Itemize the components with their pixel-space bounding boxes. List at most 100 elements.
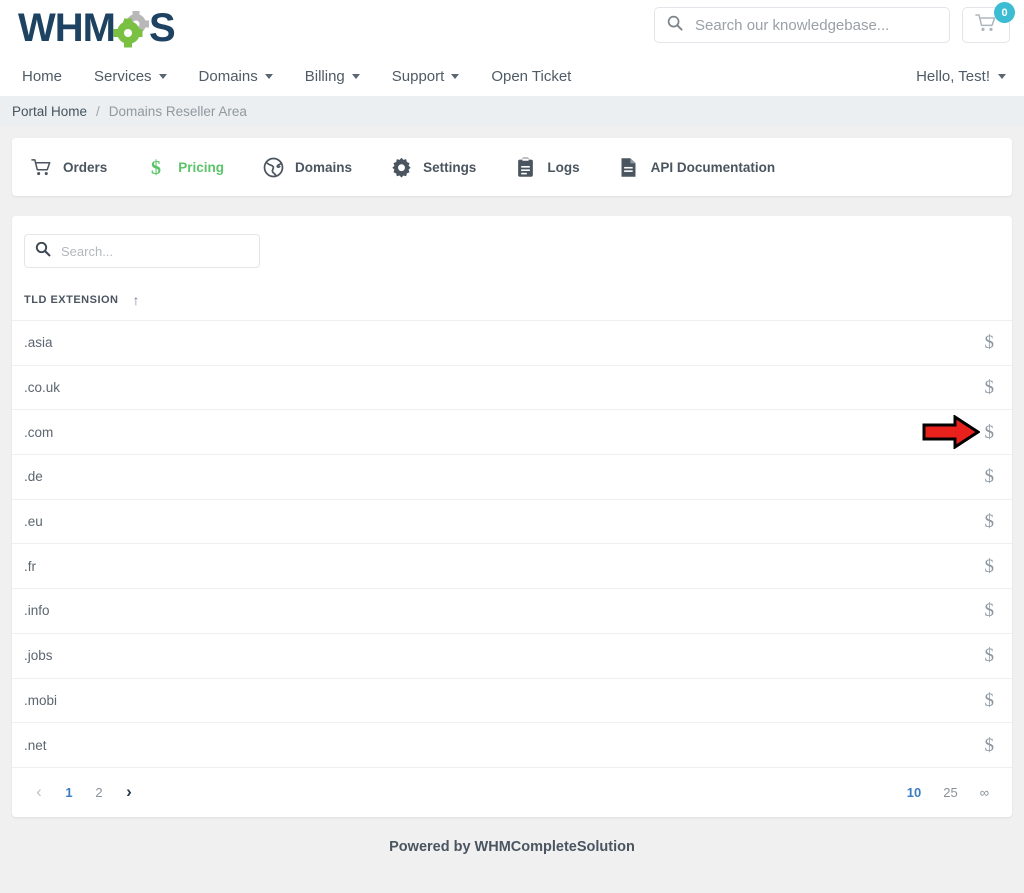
reseller-module-tabs: Orders $ Pricing Domains Settings Logs A… [12, 138, 1012, 196]
page-body: Orders $ Pricing Domains Settings Logs A… [0, 126, 1024, 873]
dollar-sign-icon[interactable]: $ [985, 557, 1001, 576]
nav-item-home[interactable]: Home [12, 68, 78, 85]
search-icon [667, 15, 683, 36]
nav-label: Home [22, 67, 63, 85]
tld-name: .info [24, 603, 50, 619]
chevron-right-icon[interactable]: › [114, 782, 144, 802]
nav-label: Open Ticket [491, 67, 572, 85]
globe-icon [262, 157, 284, 178]
tab-label: Pricing [178, 159, 225, 175]
svg-text:$: $ [151, 157, 161, 178]
knowledgebase-search-input[interactable] [695, 16, 937, 34]
tld-name: .co.uk [24, 380, 61, 396]
dollar-sign-icon[interactable]: $ [985, 378, 1001, 397]
shopping-cart-icon [975, 13, 997, 38]
nav-label: Billing [304, 67, 345, 85]
per-page-selector: 10 25 ∞ [896, 785, 1000, 800]
sort-ascending-icon[interactable]: ↑ [133, 292, 140, 308]
tld-pricing-panel: TLD EXTENSION ↑ .asia $ .co.uk $ .com $ [12, 216, 1012, 817]
breadcrumb-separator: / [96, 103, 100, 119]
dollar-sign-icon[interactable]: $ [985, 736, 1001, 755]
tld-name: .eu [24, 514, 43, 530]
primary-navigation: Home Services Domains Billing Support Op… [0, 56, 1024, 96]
logo-text-right: S [148, 6, 176, 50]
tab-pricing[interactable]: $ Pricing [145, 157, 224, 178]
file-document-icon [618, 157, 640, 178]
chevron-left-icon[interactable]: ‹ [24, 782, 54, 802]
tab-logs[interactable]: Logs [514, 157, 580, 178]
table-row[interactable]: .eu $ [12, 500, 1012, 545]
table-row[interactable]: .jobs $ [12, 634, 1012, 679]
breadcrumb: Portal Home / Domains Reseller Area [0, 96, 1024, 126]
column-header-tld-extension[interactable]: TLD EXTENSION [24, 294, 119, 306]
tab-api-documentation[interactable]: API Documentation [618, 157, 776, 178]
chevron-down-icon [451, 73, 460, 79]
nav-item-support[interactable]: Support [376, 68, 476, 85]
dollar-sign-icon[interactable]: $ [985, 601, 1001, 620]
tab-settings[interactable]: Settings [390, 157, 476, 178]
dollar-sign-icon: $ [145, 157, 167, 178]
table-row[interactable]: .info $ [12, 589, 1012, 634]
page-link-1[interactable]: 1 [54, 785, 84, 800]
tld-name: .com [24, 424, 54, 440]
table-row[interactable]: .co.uk $ [12, 366, 1012, 411]
per-page-10[interactable]: 10 [896, 785, 932, 800]
tab-label: Settings [423, 159, 477, 175]
chevron-down-icon [998, 73, 1006, 79]
page-links: ‹ 1 2 › [24, 782, 144, 802]
tld-name: .asia [24, 335, 53, 351]
dollar-sign-icon[interactable]: $ [985, 333, 1001, 352]
tld-name: .jobs [24, 648, 53, 664]
pagination: ‹ 1 2 › 10 25 ∞ [12, 768, 1012, 817]
nav-item-open-ticket[interactable]: Open Ticket [475, 68, 587, 85]
tab-label: API Documentation [650, 159, 776, 175]
dollar-sign-icon[interactable]: $ [985, 512, 1001, 531]
tld-search-input[interactable] [61, 243, 249, 259]
knowledgebase-search[interactable] [654, 7, 950, 43]
tab-domains[interactable]: Domains [262, 157, 352, 178]
site-header: WHM S 0 [0, 0, 1024, 56]
nav-item-billing[interactable]: Billing [289, 68, 376, 85]
chevron-down-icon [351, 73, 360, 79]
shopping-cart-button[interactable]: 0 [962, 2, 1015, 43]
breadcrumb-home-link[interactable]: Portal Home [12, 104, 87, 119]
dollar-sign-icon[interactable]: $ [985, 691, 1001, 710]
tld-name: .mobi [24, 692, 58, 708]
breadcrumb-current: Domains Reseller Area [108, 103, 247, 119]
table-row[interactable]: .asia $ [12, 321, 1012, 366]
tab-label: Domains [295, 159, 353, 175]
nav-label: Domains [198, 67, 258, 85]
clipboard-icon [514, 157, 536, 178]
nav-item-domains[interactable]: Domains [183, 68, 289, 85]
page-footer: Powered by WHMCompleteSolution [389, 838, 635, 855]
whmcs-logo[interactable]: WHM S [12, 6, 176, 50]
nav-items: Home Services Domains Billing Support Op… [12, 68, 587, 85]
shopping-cart-icon [30, 158, 52, 177]
tab-label: Orders [63, 159, 108, 175]
page-link-2[interactable]: 2 [84, 785, 114, 800]
logo-gears [115, 8, 149, 48]
tld-name: .de [24, 469, 43, 485]
gear-icon [390, 157, 412, 178]
chevron-down-icon [264, 73, 273, 79]
dollar-sign-icon[interactable]: $ [985, 467, 1001, 486]
nav-item-services[interactable]: Services [78, 68, 183, 85]
dollar-sign-icon[interactable]: $ [985, 646, 1001, 665]
account-menu[interactable]: Hello, Test! [916, 68, 1006, 85]
tab-orders[interactable]: Orders [30, 158, 107, 177]
account-menu-label: Hello, Test! [916, 67, 990, 85]
table-row[interactable]: .fr $ [12, 544, 1012, 590]
table-row[interactable]: .mobi $ [12, 679, 1012, 724]
table-row[interactable]: .net $ [12, 723, 1012, 768]
table-row[interactable]: .de $ [12, 455, 1012, 500]
table-row[interactable]: .com $ [12, 410, 1012, 456]
nav-label: Support [391, 67, 445, 85]
tld-search[interactable] [24, 234, 260, 268]
per-page-all[interactable]: ∞ [969, 785, 1000, 800]
dollar-sign-icon[interactable]: $ [985, 423, 1001, 442]
per-page-25[interactable]: 25 [932, 785, 968, 800]
table-header-row: TLD EXTENSION ↑ [12, 268, 1012, 321]
annotation-arrow-icon [922, 414, 981, 450]
chevron-down-icon [158, 73, 167, 79]
table-search-wrapper [12, 216, 1012, 268]
